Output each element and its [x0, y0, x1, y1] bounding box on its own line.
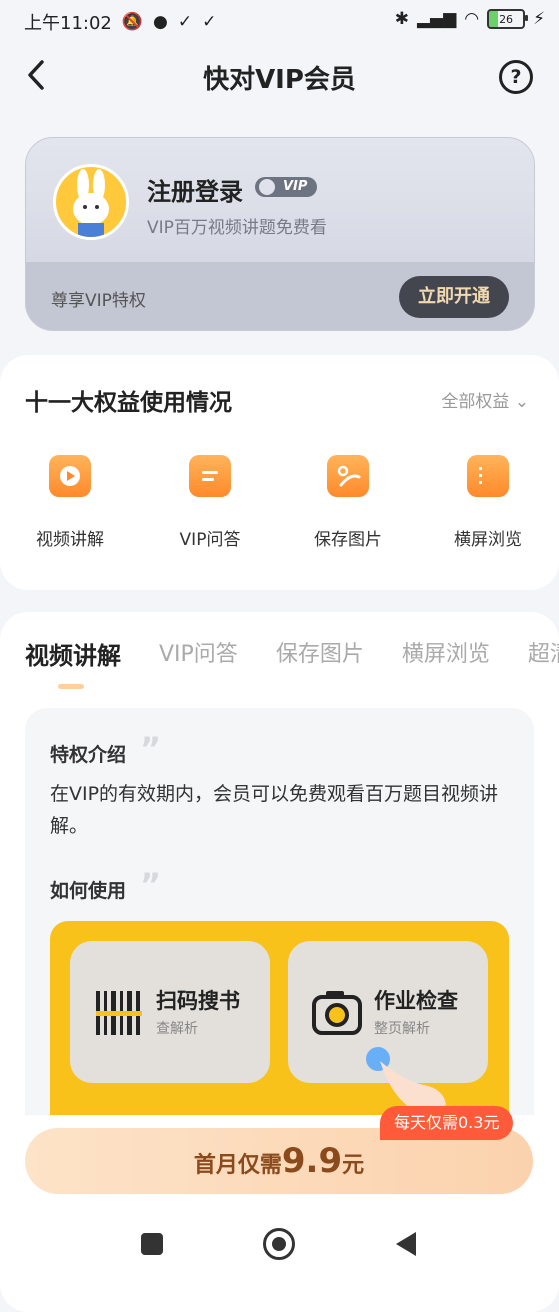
all-rights-label: 全部权益 [441, 392, 510, 412]
battery-icon: 26 [487, 9, 529, 29]
landscape-icon [467, 455, 509, 497]
homework-check-title: 作业检查 [374, 989, 458, 1013]
homework-check-card: 作业检查 整页解析 [288, 941, 488, 1115]
buy-button-unit: 元 [342, 1153, 365, 1178]
rights-heading: 十一大权益使用情况 [25, 390, 232, 416]
daily-price-tag: 每天仅需0.3元 [380, 1106, 514, 1140]
buy-button-price: 9.9 [281, 1141, 343, 1181]
tab-video[interactable]: 视频讲解 [25, 636, 121, 671]
tab-landscape[interactable]: 横屏浏览 [402, 636, 490, 671]
right-item-vip-qa[interactable]: VIP问答 [150, 455, 270, 550]
scan-book-sub: 查解析 [156, 1021, 198, 1037]
message-icon: ● [153, 11, 168, 32]
quote-icon: ” [140, 866, 162, 904]
home-icon[interactable] [263, 1228, 295, 1260]
page-title: 快对VIP会员 [203, 65, 356, 95]
right-item-save-image[interactable]: 保存图片 [288, 455, 408, 550]
wifi-icon: ◠ [464, 8, 480, 29]
download-icon: ✓ [177, 11, 193, 32]
how-title: 如何使用 [50, 880, 127, 902]
vip-card: 注册登录 VIP VIP百万视频讲题免费看 尊享VIP特权 立即开通 [25, 137, 535, 331]
bluetooth-icon: ✱ [394, 8, 409, 29]
right-item-label: 横屏浏览 [454, 530, 522, 550]
video-icon [49, 455, 91, 497]
avatar[interactable] [53, 164, 129, 240]
vip-badge: VIP [255, 177, 318, 197]
intro-text: 在VIP的有效期内，会员可以免费观看百万题目视频讲解。 [50, 783, 499, 837]
tab-bar: 视频讲解 VIP问答 保存图片 横屏浏览 超清 [25, 636, 559, 671]
vip-card-footer: 尊享VIP特权 立即开通 [26, 262, 534, 330]
barcode-icon [96, 991, 142, 1035]
vip-badge-icon [259, 179, 275, 195]
open-vip-button[interactable]: 立即开通 [399, 276, 509, 318]
buy-button-prefix: 首月仅需 [193, 1153, 282, 1178]
quote-icon: ” [140, 730, 162, 768]
right-item-label: 视频讲解 [36, 530, 104, 550]
right-item-landscape[interactable]: 横屏浏览 [428, 455, 548, 550]
right-item-label: 保存图片 [314, 530, 382, 550]
tab-indicator [58, 684, 84, 689]
vip-badge-label: VIP [283, 179, 308, 194]
all-rights-link[interactable]: 全部权益 ⌄ [441, 387, 529, 412]
download-icon-2: ✓ [202, 11, 217, 32]
chat-icon [189, 455, 231, 497]
intro-title: 特权介绍 [50, 744, 127, 766]
right-item-video[interactable]: 视频讲解 [10, 455, 130, 550]
nav-back-icon[interactable] [396, 1232, 416, 1256]
mute-icon: 🔕 [121, 11, 144, 32]
login-link[interactable]: 注册登录 [147, 172, 243, 207]
tab-vip-qa[interactable]: VIP问答 [159, 636, 238, 671]
tab-hd[interactable]: 超清 [528, 636, 559, 671]
rabbit-avatar-icon [73, 169, 109, 237]
status-bar: 上午11:02 🔕 ● ✓ ✓ ✱ ▂▄▆ ◠ 26 ⚡ [0, 0, 559, 40]
header: 快对VIP会员 ? [0, 40, 559, 110]
charging-icon: ⚡ [533, 8, 545, 29]
recent-apps-icon[interactable] [141, 1233, 163, 1255]
scan-book-card: 扫码搜书 查解析 [70, 941, 270, 1083]
hand-pointer-icon [366, 1047, 446, 1115]
rights-section: 十一大权益使用情况 全部权益 ⌄ 视频讲解 VIP问答 保存图片 横屏浏览 [0, 355, 559, 590]
privilege-label: 尊享VIP特权 [51, 291, 146, 311]
tab-save-image[interactable]: 保存图片 [276, 636, 364, 671]
help-icon[interactable]: ? [499, 60, 533, 94]
right-item-label: VIP问答 [179, 530, 241, 550]
scan-book-title: 扫码搜书 [156, 989, 240, 1013]
status-time: 上午11:02 [24, 13, 112, 34]
vip-subtitle: VIP百万视频讲题免费看 [147, 218, 327, 238]
system-nav-bar [0, 1215, 559, 1280]
battery-level: 26 [499, 12, 514, 26]
camera-icon [312, 991, 362, 1035]
image-icon [327, 455, 369, 497]
chevron-down-icon: ⌄ [514, 392, 529, 412]
signal-icon: ▂▄▆ [416, 8, 457, 29]
homework-check-sub: 整页解析 [374, 1021, 430, 1037]
